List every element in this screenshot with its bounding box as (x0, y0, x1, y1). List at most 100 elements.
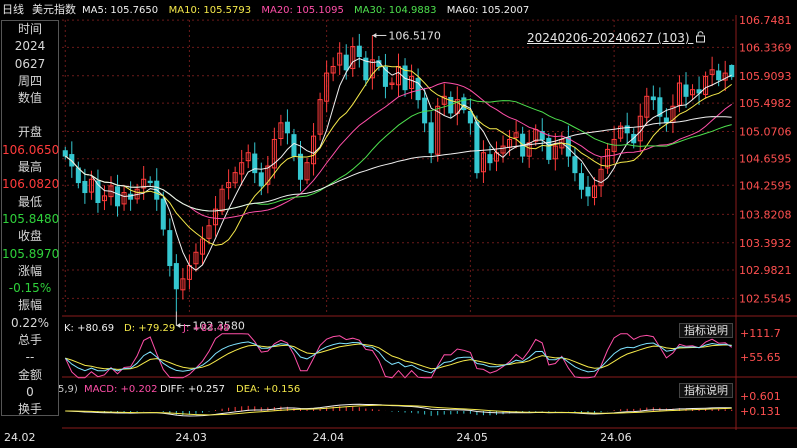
candle-67[interactable] (500, 135, 506, 163)
candle-31[interactable] (265, 155, 271, 194)
close-value: 105.8970 (2, 246, 60, 261)
candle-96[interactable] (690, 84, 696, 100)
candle-66[interactable] (493, 141, 500, 172)
candle-51[interactable] (395, 53, 402, 97)
candle-body (716, 70, 722, 81)
candle-28[interactable] (245, 144, 251, 169)
candle-83[interactable] (605, 142, 611, 174)
candle-23[interactable] (213, 195, 219, 237)
candle-body (650, 96, 656, 101)
candle-99[interactable] (709, 56, 715, 87)
candle-25[interactable] (226, 169, 232, 200)
candle-80[interactable] (585, 175, 591, 207)
candlestick-chart[interactable]: 日线 美元指数 MA5: 105.7650 MA10: 105.5793 MA20: 1… (0, 0, 797, 448)
annotation-0: 106.5170 (372, 29, 441, 42)
candle-62[interactable] (467, 98, 473, 135)
candle-body (572, 156, 578, 174)
y-tick-1: 102.9821 (739, 264, 792, 277)
candle-57[interactable] (435, 97, 441, 162)
candle-88[interactable] (637, 103, 643, 153)
time-label: 时间 (17, 22, 42, 36)
candle-2[interactable] (75, 161, 81, 189)
x-tick-1: 24.03 (175, 431, 207, 444)
candle-21[interactable] (199, 226, 206, 266)
candle-49[interactable] (382, 53, 388, 99)
candle-39[interactable] (317, 92, 323, 141)
candle-9[interactable] (121, 184, 127, 211)
candle-54[interactable] (415, 68, 421, 109)
kdj-axis-mid: +55.65 (740, 351, 781, 364)
candle-37[interactable] (304, 158, 310, 184)
candle-95[interactable] (683, 72, 689, 108)
candle-44[interactable] (350, 37, 356, 77)
candle-72[interactable] (533, 124, 539, 146)
ma-legend-2: MA10: 105.5793 (169, 5, 251, 16)
candle-41[interactable] (330, 57, 336, 82)
candle-64[interactable] (480, 140, 486, 183)
candle-77[interactable] (565, 125, 571, 167)
candle-45[interactable] (356, 33, 362, 68)
candle-93[interactable] (670, 94, 676, 134)
date-range-text[interactable]: 20240206-20240627 (103) (527, 31, 690, 45)
macd-help-button[interactable]: 指标说明 (679, 383, 733, 398)
candle-29[interactable] (252, 142, 258, 184)
candle-12[interactable] (141, 166, 147, 200)
kdj-panel[interactable]: K: +80.69 D: +79.29 J: +83.48 +111.7 +55.65 (64, 323, 781, 379)
date-range-label[interactable]: 20240206-20240627 (103) (527, 31, 706, 45)
candle-body (62, 150, 68, 157)
candle-86[interactable] (624, 112, 630, 145)
candle-46[interactable] (363, 51, 369, 87)
kdj-j-value: J: +83.48 (182, 323, 230, 334)
weekday-value: 周四 (17, 73, 42, 88)
lock-icon[interactable] (695, 31, 706, 43)
candle-82[interactable] (598, 156, 604, 197)
candle-81[interactable] (591, 177, 598, 206)
candle-79[interactable] (578, 163, 584, 199)
candle-19[interactable] (186, 254, 192, 290)
ma-legend-5: MA60: 105.2007 (447, 5, 529, 16)
close-label: 收盘 (17, 229, 42, 244)
candle-71[interactable] (526, 129, 532, 168)
kdj-help-button[interactable]: 指标说明 (679, 323, 733, 338)
candle-60[interactable] (454, 86, 460, 126)
candle-36[interactable] (297, 140, 304, 192)
macd-axis-high: +0.601 (740, 390, 781, 403)
candle-61[interactable] (461, 93, 467, 114)
candle-33[interactable] (278, 114, 284, 146)
header-bar: 日线 美元指数 MA5: 105.7650 MA10: 105.5793 MA20: 1… (2, 2, 529, 16)
candle-74[interactable] (546, 133, 552, 165)
candle-58[interactable] (441, 83, 447, 116)
candle-body (167, 230, 173, 267)
y-tick-0: 102.5545 (739, 292, 792, 305)
date-axis: 24.02 24.03 24.04 24.05 24.06 (4, 431, 632, 444)
candle-34[interactable] (284, 109, 290, 145)
candle-85[interactable] (618, 122, 624, 142)
candle-18[interactable] (180, 268, 186, 300)
candle-89[interactable] (644, 87, 650, 125)
y-tick-6: 105.0706 (739, 125, 792, 138)
ma30-line (64, 98, 732, 212)
candle-22[interactable] (206, 219, 212, 245)
candle-75[interactable] (552, 133, 558, 171)
chart-window: 日线 美元指数 MA5: 105.7650 MA10: 105.5793 MA20: 1… (0, 0, 797, 448)
candle-20[interactable] (193, 243, 199, 272)
candle-40[interactable] (324, 60, 330, 113)
candle-body (297, 153, 304, 180)
candle-102[interactable] (729, 64, 735, 80)
candle-5[interactable] (95, 169, 101, 213)
candle-56[interactable] (428, 111, 434, 164)
candle-body (422, 97, 428, 124)
candle-8[interactable] (115, 174, 121, 217)
candle-38[interactable] (311, 123, 317, 176)
macd-panel[interactable]: 5,9) MACD: +0.202 DIFF: +0.257 DEA: +0.156 +… (58, 384, 781, 418)
candle-90[interactable] (650, 85, 656, 110)
candle-91[interactable] (657, 87, 663, 126)
candle-17[interactable] (173, 254, 179, 312)
candle-0[interactable] (62, 146, 68, 160)
candle-78[interactable] (572, 147, 578, 182)
candle-50[interactable] (389, 77, 395, 90)
candle-16[interactable] (167, 218, 173, 277)
candle-53[interactable] (409, 64, 415, 100)
volume-label: 总手 (17, 333, 42, 348)
candle-69[interactable] (513, 120, 519, 149)
